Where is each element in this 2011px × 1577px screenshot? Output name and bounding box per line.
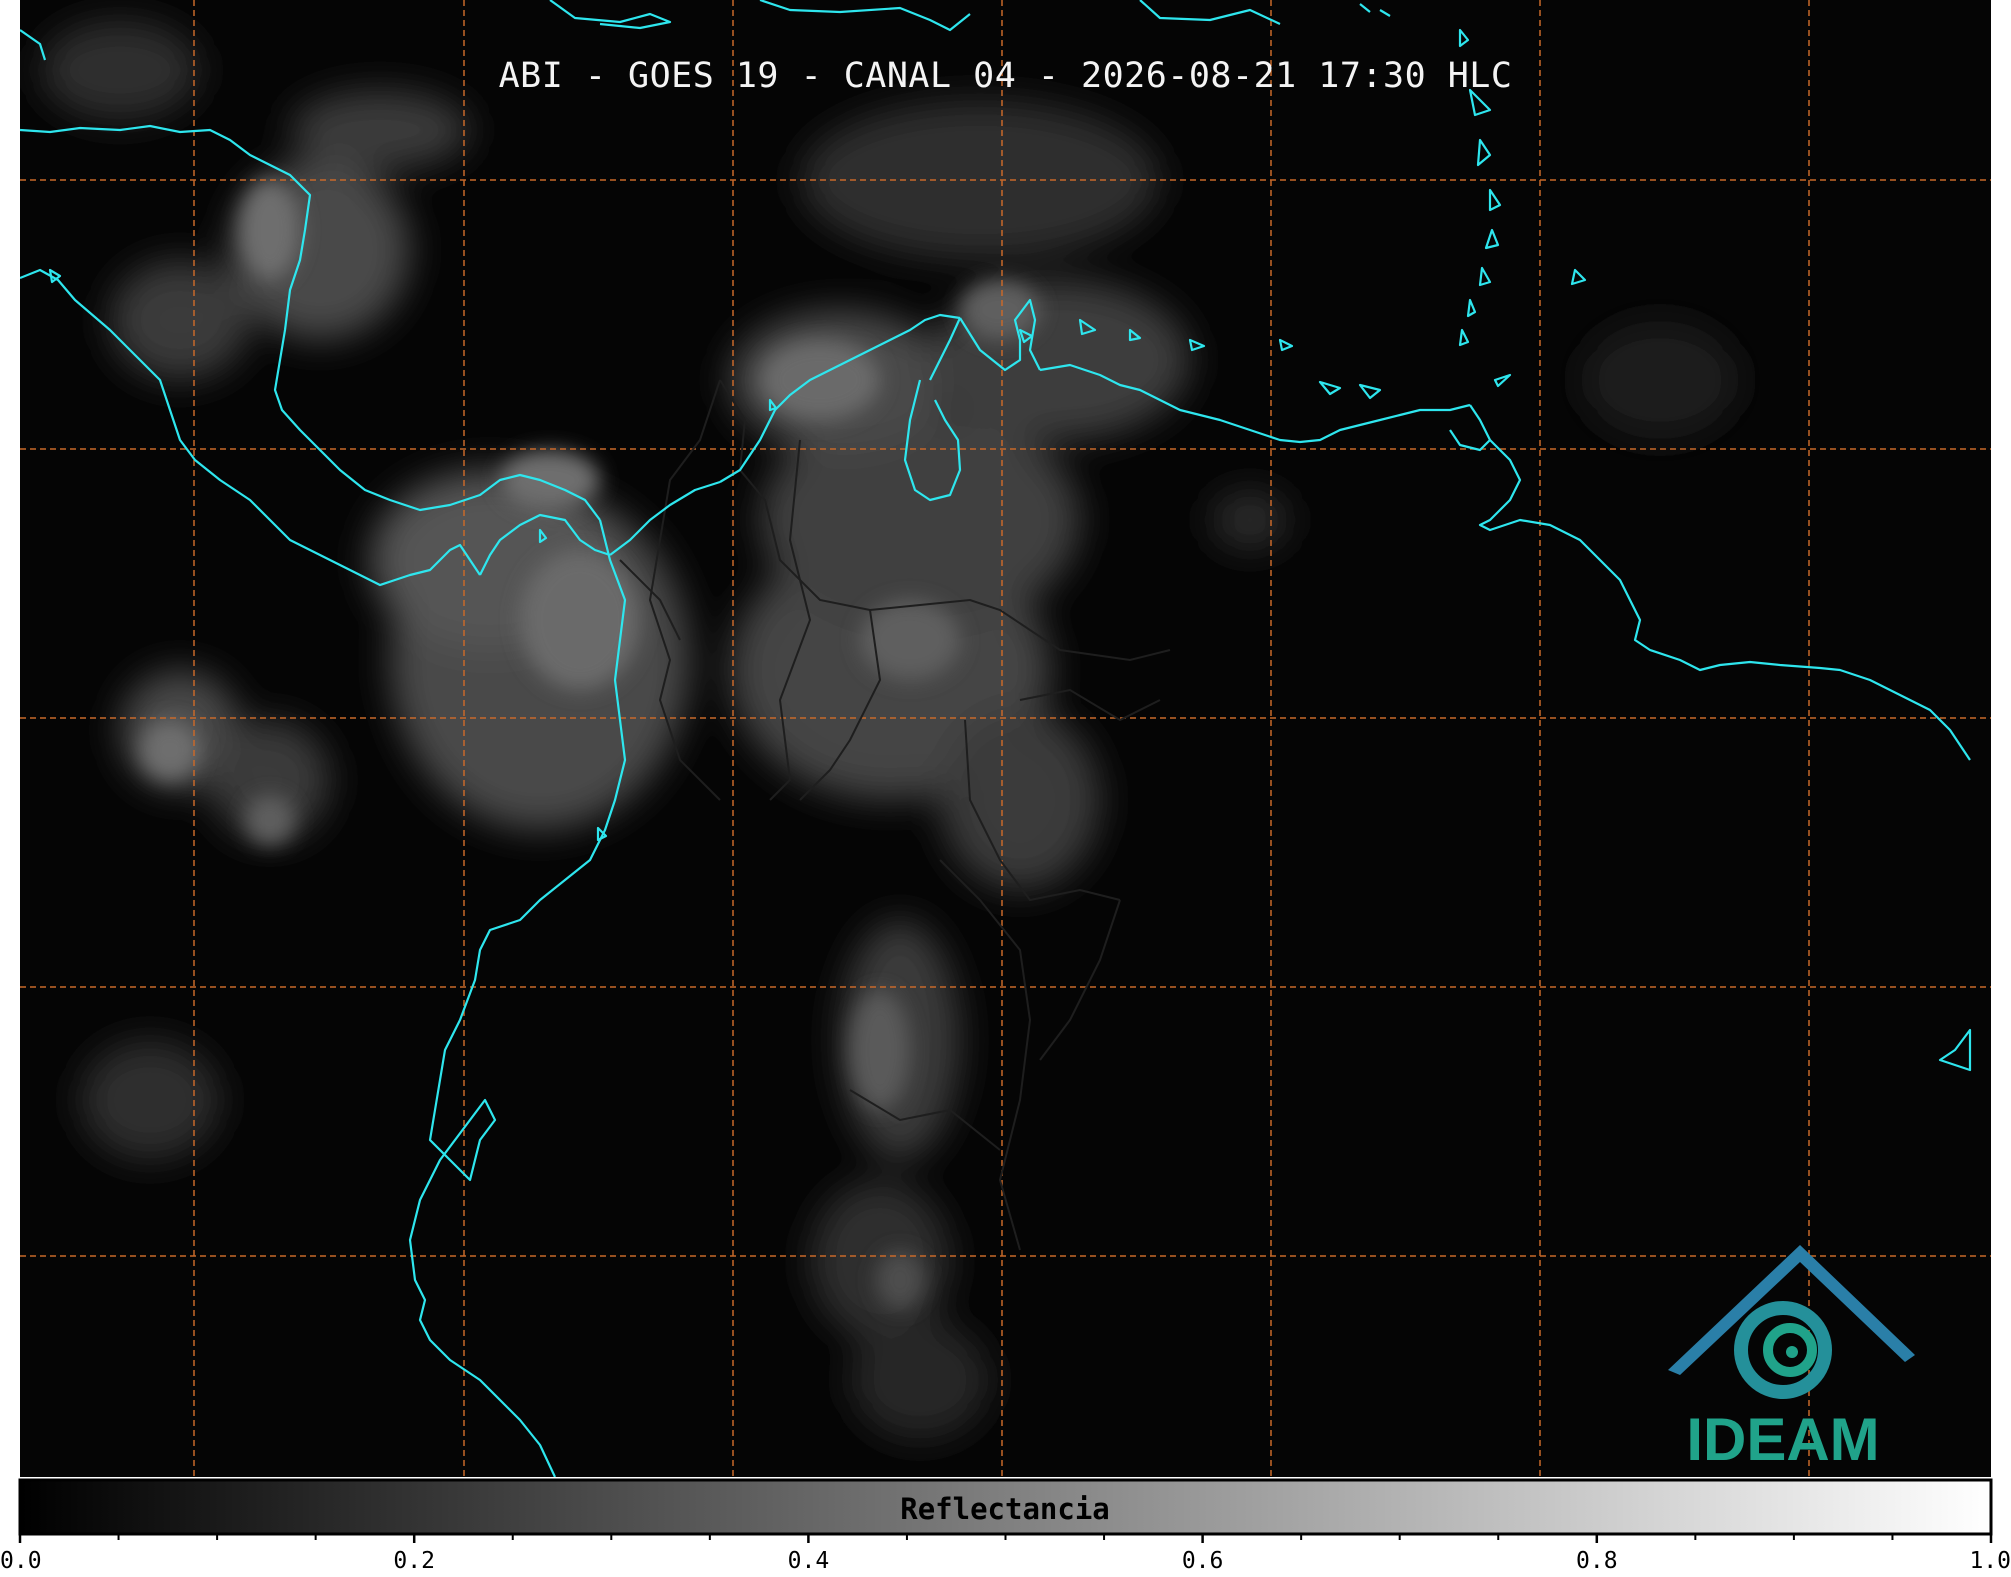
map-panel: IDEAM [20, 0, 1991, 1477]
satellite-map-figure: IDEAM ABI - GOES 19 - CANAL 04 - 2026-08… [0, 0, 2011, 1577]
colorbar-tick-label: 1.0 [1969, 1548, 2011, 1574]
map-title: ABI - GOES 19 - CANAL 04 - 2026-08-21 17… [498, 56, 1513, 96]
logo-text: IDEAM [1686, 1406, 1879, 1473]
map-canvas: IDEAM [20, 0, 1991, 1477]
colorbar-label: Reflectancia [900, 1492, 1110, 1526]
colorbar: Reflectancia 0.0 0.2 0.4 0.6 0.8 1.0 [0, 1478, 2011, 1574]
colorbar-tick-label: 0.4 [788, 1548, 830, 1574]
colorbar-tick-label: 0.0 [0, 1548, 42, 1574]
colorbar-tick-label: 0.8 [1576, 1548, 1618, 1574]
colorbar-tick-label: 0.2 [393, 1548, 435, 1574]
logo-spiral-center [1786, 1346, 1798, 1358]
colorbar-tick-label: 0.6 [1182, 1548, 1224, 1574]
colorbar-ticks: 0.0 0.2 0.4 0.6 0.8 1.0 [0, 1534, 2011, 1574]
